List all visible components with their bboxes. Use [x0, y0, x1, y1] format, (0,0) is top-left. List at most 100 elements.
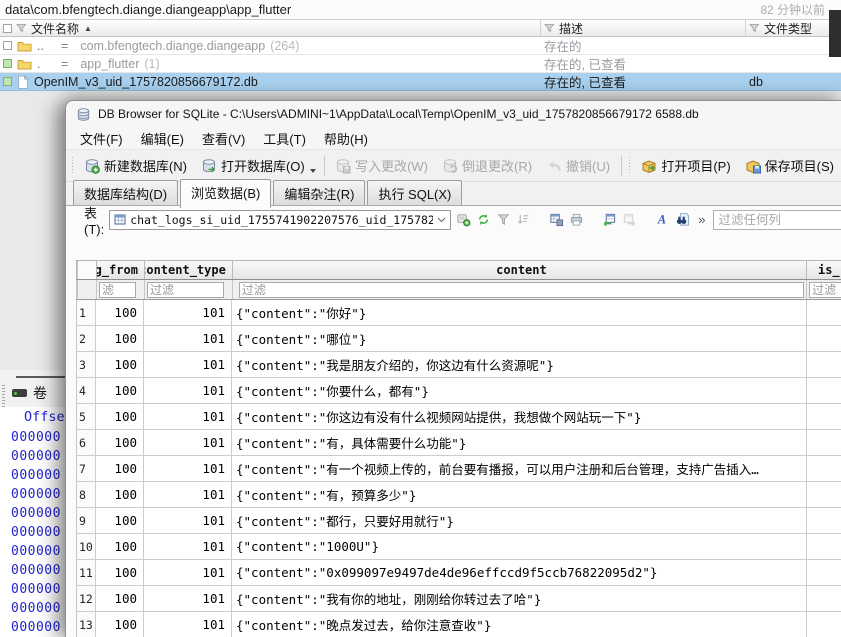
cell-is-read[interactable]	[807, 508, 841, 534]
cell-content-type[interactable]: 101	[144, 612, 232, 637]
cell-is-read[interactable]	[807, 352, 841, 378]
find-button[interactable]	[675, 210, 690, 229]
table-combobox[interactable]: chat_logs_si_uid_1755741902207576_uid_17…	[109, 209, 452, 230]
cell-content-type[interactable]: 101	[144, 300, 232, 326]
cell-msg-from[interactable]: 100	[96, 612, 144, 637]
cell-content[interactable]: {"content":"哪位"}	[232, 326, 807, 352]
table-row[interactable]: 4 100 101 {"content":"你要什么，都有"}	[76, 378, 841, 404]
filter-any-column-input[interactable]	[713, 209, 841, 230]
cell-content[interactable]: {"content":"你这边有没有什么视频网站提供，我想做个网站玩一下"}	[232, 404, 807, 430]
toolbar-overflow-chevron[interactable]: »	[698, 212, 705, 227]
table-row[interactable]: 8 100 101 {"content":"有，预算多少"}	[76, 482, 841, 508]
cell-is-read[interactable]	[807, 586, 841, 612]
cell-is-read[interactable]	[807, 482, 841, 508]
file-row-current-dir[interactable]: . = app_flutter (1) 存在的, 已查看	[0, 55, 841, 73]
refresh-button[interactable]	[476, 210, 491, 229]
filter-input-content-type[interactable]: 过滤	[146, 281, 224, 298]
cell-content-type[interactable]: 101	[144, 430, 232, 456]
table-row[interactable]: 6 100 101 {"content":"有，具体需要什么功能"}	[76, 430, 841, 456]
export-table-button[interactable]	[622, 210, 637, 229]
table-row[interactable]: 12 100 101 {"content":"我有你的地址，刚刚给你转过去了哈"…	[76, 586, 841, 612]
cell-msg-from[interactable]: 100	[96, 534, 144, 560]
column-header-is-read[interactable]: is_re	[807, 261, 841, 279]
filter-input-is-read[interactable]: 过滤	[809, 281, 841, 298]
table-row[interactable]: 3 100 101 {"content":"我是朋友介绍的，你这边有什么资源呢"…	[76, 352, 841, 378]
write-changes-button[interactable]: 写入更改(W)	[328, 153, 435, 178]
table-row[interactable]: 9 100 101 {"content":"都行，只要好用就行"}	[76, 508, 841, 534]
open-database-dropdown-icon[interactable]	[309, 168, 316, 173]
column-header-content[interactable]: content	[233, 261, 808, 279]
cell-content[interactable]: {"content":"有，具体需要什么功能"}	[232, 430, 807, 456]
column-header-msg-from[interactable]: sg_from	[97, 261, 145, 279]
sort-records-button[interactable]	[516, 210, 531, 229]
title-bar[interactable]: DB Browser for SQLite - C:\Users\ADMINI~…	[66, 101, 841, 127]
row-checkbox[interactable]	[3, 41, 12, 50]
row-number[interactable]: 3	[76, 352, 96, 378]
cell-is-read[interactable]	[807, 612, 841, 637]
menu-item[interactable]: 查看(V)	[193, 127, 254, 150]
row-number[interactable]: 9	[76, 508, 96, 534]
row-checkbox[interactable]	[3, 59, 12, 68]
filter-funnel-icon[interactable]	[544, 23, 555, 33]
save-view-button[interactable]	[549, 210, 564, 229]
cell-content[interactable]: {"content":"我有你的地址，刚刚给你转过去了哈"}	[232, 586, 807, 612]
cell-is-read[interactable]	[807, 300, 841, 326]
filter-funnel-icon[interactable]	[749, 23, 760, 33]
filter-input-msg-from[interactable]: 滤	[98, 281, 136, 298]
cell-is-read[interactable]	[807, 534, 841, 560]
cell-content[interactable]: {"content":"你好"}	[232, 300, 807, 326]
cell-content-type[interactable]: 101	[144, 482, 232, 508]
cell-msg-from[interactable]: 100	[96, 508, 144, 534]
tab[interactable]: 编辑杂注(R)	[273, 180, 366, 207]
cell-is-read[interactable]	[807, 456, 841, 482]
table-row[interactable]: 1 100 101 {"content":"你好"}	[76, 300, 841, 326]
tab[interactable]: 执行 SQL(X)	[367, 180, 463, 207]
save-project-button[interactable]: 保存项目(S)	[738, 153, 841, 178]
toolbar-grip[interactable]	[629, 156, 631, 175]
cell-msg-from[interactable]: 100	[96, 560, 144, 586]
clear-filter-button[interactable]	[496, 210, 511, 229]
cell-content[interactable]: {"content":"你要什么，都有"}	[232, 378, 807, 404]
column-header-description[interactable]: 描述	[540, 20, 745, 36]
open-project-button[interactable]: 打开项目(P)	[634, 153, 737, 178]
row-number[interactable]: 7	[76, 456, 96, 482]
cell-msg-from[interactable]: 100	[96, 482, 144, 508]
row-number[interactable]: 10	[76, 534, 96, 560]
table-row[interactable]: 7 100 101 {"content":"有一个视频上传的，前台要有播报，可以…	[76, 456, 841, 482]
import-table-button[interactable]	[602, 210, 617, 229]
select-all-checkbox[interactable]	[3, 23, 12, 33]
print-button[interactable]	[569, 210, 584, 229]
file-row-db-selected[interactable]: OpenIM_v3_uid_1757820856679172.db 存在的, 已…	[0, 73, 841, 91]
cell-content-type[interactable]: 101	[144, 534, 232, 560]
table-row[interactable]: 5 100 101 {"content":"你这边有没有什么视频网站提供，我想做…	[76, 404, 841, 430]
new-database-button[interactable]: 新建数据库(N)	[77, 153, 194, 178]
column-header-filetype[interactable]: 文件类型	[745, 20, 841, 36]
cell-msg-from[interactable]: 100	[96, 456, 144, 482]
cell-content[interactable]: {"content":"有一个视频上传的，前台要有播报，可以用户注册和后台管理，…	[232, 456, 807, 482]
row-number[interactable]: 6	[76, 430, 96, 456]
toolbar-grip[interactable]	[72, 156, 73, 175]
row-number[interactable]: 11	[76, 560, 96, 586]
filter-funnel-icon[interactable]	[16, 23, 27, 33]
row-number[interactable]: 5	[76, 404, 96, 430]
cell-content-type[interactable]: 101	[144, 352, 232, 378]
row-number[interactable]: 1	[76, 300, 96, 326]
cell-content-type[interactable]: 101	[144, 586, 232, 612]
column-header-filename[interactable]: 文件名称 ▲	[0, 20, 540, 37]
row-number[interactable]: 12	[76, 586, 96, 612]
file-row-parent-dir[interactable]: .. = com.bfengtech.diange.diangeapp (264…	[0, 37, 841, 55]
cell-content[interactable]: {"content":"我是朋友介绍的，你这边有什么资源呢"}	[232, 352, 807, 378]
cell-msg-from[interactable]: 100	[96, 404, 144, 430]
cell-content[interactable]: {"content":"都行，只要好用就行"}	[232, 508, 807, 534]
column-header-content-type[interactable]: content_type	[145, 261, 233, 279]
cell-content-type[interactable]: 101	[144, 560, 232, 586]
table-row[interactable]: 2 100 101 {"content":"哪位"}	[76, 326, 841, 352]
cell-msg-from[interactable]: 100	[96, 326, 144, 352]
row-checkbox[interactable]	[3, 77, 12, 86]
cell-is-read[interactable]	[807, 404, 841, 430]
cell-content-type[interactable]: 101	[144, 404, 232, 430]
cell-content[interactable]: {"content":"1000U"}	[232, 534, 807, 560]
new-record-button[interactable]	[456, 210, 471, 229]
tab[interactable]: 浏览数据(B)	[180, 179, 272, 208]
table-row[interactable]: 13 100 101 {"content":"晚点发过去，给你注意查收"}	[76, 612, 841, 637]
